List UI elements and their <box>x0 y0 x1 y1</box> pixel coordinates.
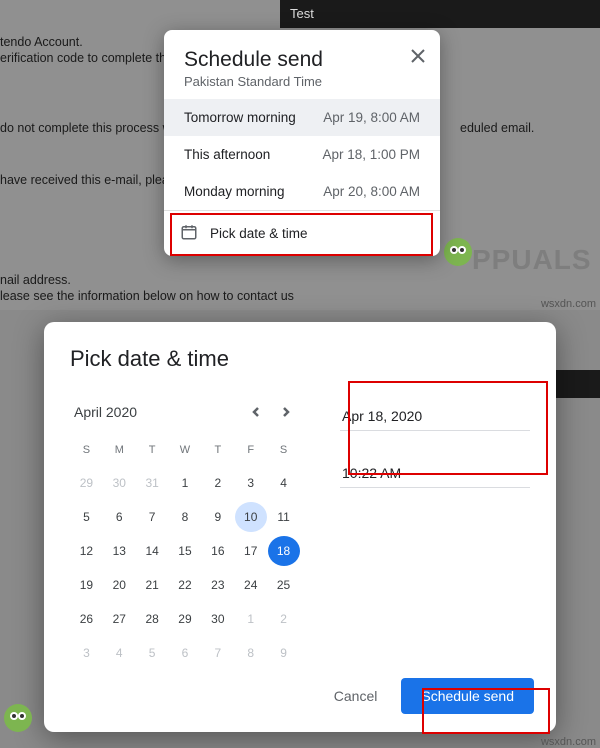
calendar-icon <box>180 223 198 244</box>
calendar-day[interactable]: 1 <box>235 604 267 634</box>
calendar-day[interactable]: 6 <box>103 502 135 532</box>
calendar-day[interactable]: 29 <box>70 468 102 498</box>
timezone-label: Pakistan Standard Time <box>184 74 420 89</box>
watermark-text: PPUALS <box>472 244 592 276</box>
option-monday-morning[interactable]: Monday morning Apr 20, 8:00 AM <box>164 173 440 210</box>
calendar-day[interactable]: 1 <box>169 468 201 498</box>
calendar-day[interactable]: 4 <box>103 638 135 668</box>
calendar-day[interactable]: 3 <box>235 468 267 498</box>
dialog-title: Pick date & time <box>70 346 530 372</box>
calendar-day[interactable]: 29 <box>169 604 201 634</box>
calendar: April 2020 SMTWTFS2930311234567891011121… <box>70 402 300 668</box>
calendar-day[interactable]: 24 <box>235 570 267 600</box>
calendar-day[interactable]: 25 <box>268 570 300 600</box>
calendar-day[interactable]: 26 <box>70 604 102 634</box>
option-label: Tomorrow morning <box>184 110 296 125</box>
calendar-day[interactable]: 4 <box>268 468 300 498</box>
dow-label: W <box>169 440 202 464</box>
calendar-day[interactable]: 9 <box>268 638 300 668</box>
calendar-day[interactable]: 22 <box>169 570 201 600</box>
option-this-afternoon[interactable]: This afternoon Apr 18, 1:00 PM <box>164 136 440 173</box>
calendar-day[interactable]: 30 <box>103 468 135 498</box>
calendar-day[interactable]: 12 <box>70 536 102 566</box>
next-month-button[interactable] <box>276 402 296 422</box>
calendar-day[interactable]: 15 <box>169 536 201 566</box>
option-time: Apr 18, 1:00 PM <box>322 147 420 162</box>
schedule-send-button[interactable]: Schedule send <box>401 678 534 714</box>
calendar-day[interactable]: 9 <box>202 502 234 532</box>
calendar-day[interactable]: 13 <box>103 536 135 566</box>
bg-text: lease see the information below on how t… <box>0 288 294 304</box>
dow-label: T <box>136 440 169 464</box>
time-input[interactable] <box>340 459 530 488</box>
bg-text: erification code to complete the <box>0 50 173 66</box>
dow-label: M <box>103 440 136 464</box>
watermark-host: wsxdn.com <box>541 736 596 748</box>
dow-label: T <box>201 440 234 464</box>
option-time: Apr 20, 8:00 AM <box>323 184 420 199</box>
date-input[interactable] <box>340 402 530 431</box>
mascot-icon <box>440 234 476 270</box>
calendar-day[interactable]: 7 <box>136 502 168 532</box>
calendar-day[interactable]: 2 <box>268 604 300 634</box>
bg-text: do not complete this process w <box>0 120 172 136</box>
calendar-day[interactable]: 27 <box>103 604 135 634</box>
watermark-host: wsxdn.com <box>541 298 596 310</box>
calendar-day[interactable]: 30 <box>202 604 234 634</box>
bg-text: nail address. <box>0 272 71 288</box>
calendar-day[interactable]: 31 <box>136 468 168 498</box>
calendar-day[interactable]: 20 <box>103 570 135 600</box>
option-tomorrow-morning[interactable]: Tomorrow morning Apr 19, 8:00 AM <box>164 99 440 136</box>
calendar-day[interactable]: 16 <box>202 536 234 566</box>
cancel-button[interactable]: Cancel <box>318 678 394 714</box>
calendar-day[interactable]: 2 <box>202 468 234 498</box>
calendar-day[interactable]: 21 <box>136 570 168 600</box>
dow-label: S <box>267 440 300 464</box>
calendar-day[interactable]: 10 <box>235 502 267 532</box>
schedule-send-popup: Schedule send Pakistan Standard Time Tom… <box>164 30 440 256</box>
calendar-day[interactable]: 23 <box>202 570 234 600</box>
calendar-day[interactable]: 6 <box>169 638 201 668</box>
pick-date-time-dialog: Pick date & time April 2020 SMTWTFS29303… <box>44 322 556 732</box>
calendar-month: April 2020 <box>74 404 137 420</box>
option-label: Monday morning <box>184 184 285 199</box>
popup-title: Schedule send <box>184 48 420 72</box>
option-label: This afternoon <box>184 147 270 162</box>
calendar-day[interactable]: 7 <box>202 638 234 668</box>
bg-text: have received this e-mail, pleas <box>0 172 175 188</box>
calendar-grid: SMTWTFS293031123456789101112131415161718… <box>70 440 300 668</box>
schedule-options: Tomorrow morning Apr 19, 8:00 AM This af… <box>164 99 440 210</box>
compose-bar: Test <box>280 0 600 28</box>
calendar-day[interactable]: 5 <box>136 638 168 668</box>
close-icon[interactable] <box>408 46 428 66</box>
bg-text: eduled email. <box>460 120 534 136</box>
pick-label: Pick date & time <box>210 226 308 241</box>
bg-text: tendo Account. <box>0 34 83 50</box>
calendar-day[interactable]: 11 <box>268 502 300 532</box>
prev-month-button[interactable] <box>246 402 266 422</box>
calendar-day[interactable]: 3 <box>70 638 102 668</box>
option-time: Apr 19, 8:00 AM <box>323 110 420 125</box>
dow-label: S <box>70 440 103 464</box>
calendar-day[interactable]: 17 <box>235 536 267 566</box>
calendar-day[interactable]: 14 <box>136 536 168 566</box>
calendar-day[interactable]: 8 <box>235 638 267 668</box>
calendar-day[interactable]: 8 <box>169 502 201 532</box>
dow-label: F <box>234 440 267 464</box>
mascot-icon <box>0 700 36 736</box>
calendar-day[interactable]: 19 <box>70 570 102 600</box>
calendar-day[interactable]: 5 <box>70 502 102 532</box>
calendar-day[interactable]: 28 <box>136 604 168 634</box>
calendar-day[interactable]: 18 <box>268 536 300 566</box>
pick-date-time-button[interactable]: Pick date & time <box>164 210 440 256</box>
